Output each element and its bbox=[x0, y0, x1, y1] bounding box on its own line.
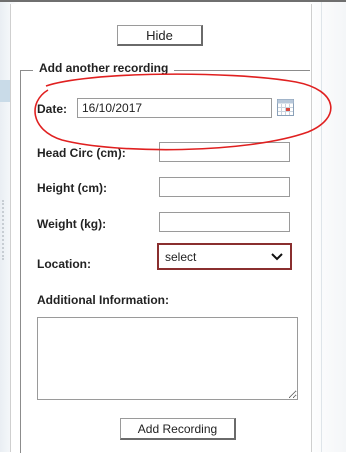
additional-info-textarea[interactable] bbox=[37, 317, 298, 400]
fieldset-legend: Add another recording bbox=[33, 61, 175, 75]
location-select[interactable]: select bbox=[157, 243, 292, 270]
chevron-down-icon bbox=[271, 253, 283, 261]
height-input[interactable] bbox=[159, 177, 290, 197]
date-input[interactable] bbox=[77, 98, 272, 118]
location-select-value: select bbox=[165, 250, 197, 264]
background-right-edge bbox=[306, 0, 346, 452]
weight-label: Weight (kg): bbox=[37, 217, 107, 231]
height-label: Height (cm): bbox=[37, 181, 107, 195]
head-circ-label: Head Circ (cm): bbox=[37, 146, 126, 160]
location-label: Location: bbox=[37, 257, 91, 271]
date-label: Date: bbox=[37, 102, 68, 116]
hide-button[interactable]: Hide bbox=[117, 25, 203, 46]
background-right-line bbox=[321, 0, 322, 452]
calendar-icon[interactable] bbox=[277, 99, 294, 116]
additional-info-label: Additional Information: bbox=[37, 293, 169, 307]
weight-input[interactable] bbox=[159, 212, 290, 232]
top-border-line bbox=[0, 0, 346, 2]
add-recording-button[interactable]: Add Recording bbox=[120, 418, 236, 440]
head-circ-input[interactable] bbox=[159, 142, 290, 162]
